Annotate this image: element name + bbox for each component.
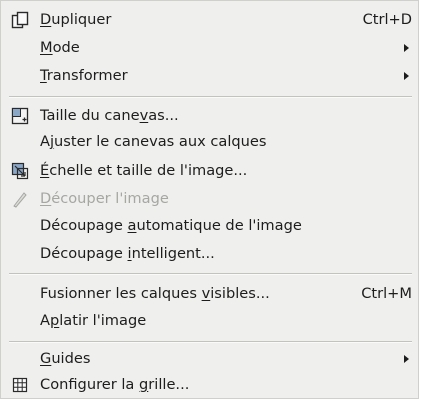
menu-item-label: Transformer	[40, 67, 128, 84]
menu-item-crop-image[interactable]: Découper l'image	[1, 186, 418, 212]
menu-item-guides[interactable]: Guides	[1, 346, 418, 372]
menu-item-label: Configurer la grille...	[40, 376, 190, 393]
menu-item-label: Aplatir l'image	[40, 312, 147, 329]
menu-item-duplicate[interactable]: Dupliquer Ctrl+D	[1, 7, 418, 33]
menu-separator	[9, 341, 412, 343]
menu-item-merge-visible-layers[interactable]: Fusionner les calques visibles... Ctrl+M	[1, 281, 418, 307]
menu-item-label: Découpage automatique de l'image	[40, 217, 302, 234]
menu-item-canvas-size[interactable]: Taille du canevas...	[1, 103, 418, 129]
menu-item-label: Taille du canevas...	[40, 107, 179, 124]
duplicate-icon	[11, 11, 29, 29]
menu-item-mode[interactable]: Mode	[1, 35, 418, 61]
menu-item-transform[interactable]: Transformer	[1, 63, 418, 89]
menu-item-configure-grid[interactable]: Configurer la grille...	[1, 372, 418, 398]
submenu-arrow-icon	[404, 44, 409, 52]
menu-item-label: Ajuster le canevas aux calques	[40, 133, 267, 150]
menu-item-label: Découpage intelligent...	[40, 245, 215, 262]
image-scale-icon	[11, 162, 29, 180]
image-context-menu: Dupliquer Ctrl+D Mode Transformer Taille…	[0, 0, 419, 399]
menu-item-shortcut: Ctrl+M	[361, 285, 412, 302]
menu-item-shortcut: Ctrl+D	[362, 11, 412, 28]
submenu-arrow-icon	[404, 72, 409, 80]
crop-icon	[11, 190, 29, 208]
menu-item-label: Guides	[40, 350, 91, 367]
menu-item-flatten-image[interactable]: Aplatir l'image	[1, 308, 418, 334]
menu-separator	[9, 273, 412, 275]
submenu-arrow-icon	[404, 355, 409, 363]
menu-item-fit-canvas-to-layers[interactable]: Ajuster le canevas aux calques	[1, 129, 418, 155]
menu-item-zealous-crop[interactable]: Découpage intelligent...	[1, 241, 418, 267]
menu-item-label: Fusionner les calques visibles...	[40, 285, 270, 302]
menu-separator	[9, 96, 412, 98]
menu-item-label: Échelle et taille de l'image...	[40, 162, 248, 179]
menu-item-label: Dupliquer	[40, 11, 112, 28]
menu-item-scale-image[interactable]: Échelle et taille de l'image...	[1, 158, 418, 184]
grid-icon	[11, 376, 29, 394]
menu-item-label: Découper l'image	[40, 190, 169, 207]
canvas-size-icon	[11, 107, 29, 125]
menu-item-auto-crop[interactable]: Découpage automatique de l'image	[1, 213, 418, 239]
menu-item-label: Mode	[40, 39, 80, 56]
